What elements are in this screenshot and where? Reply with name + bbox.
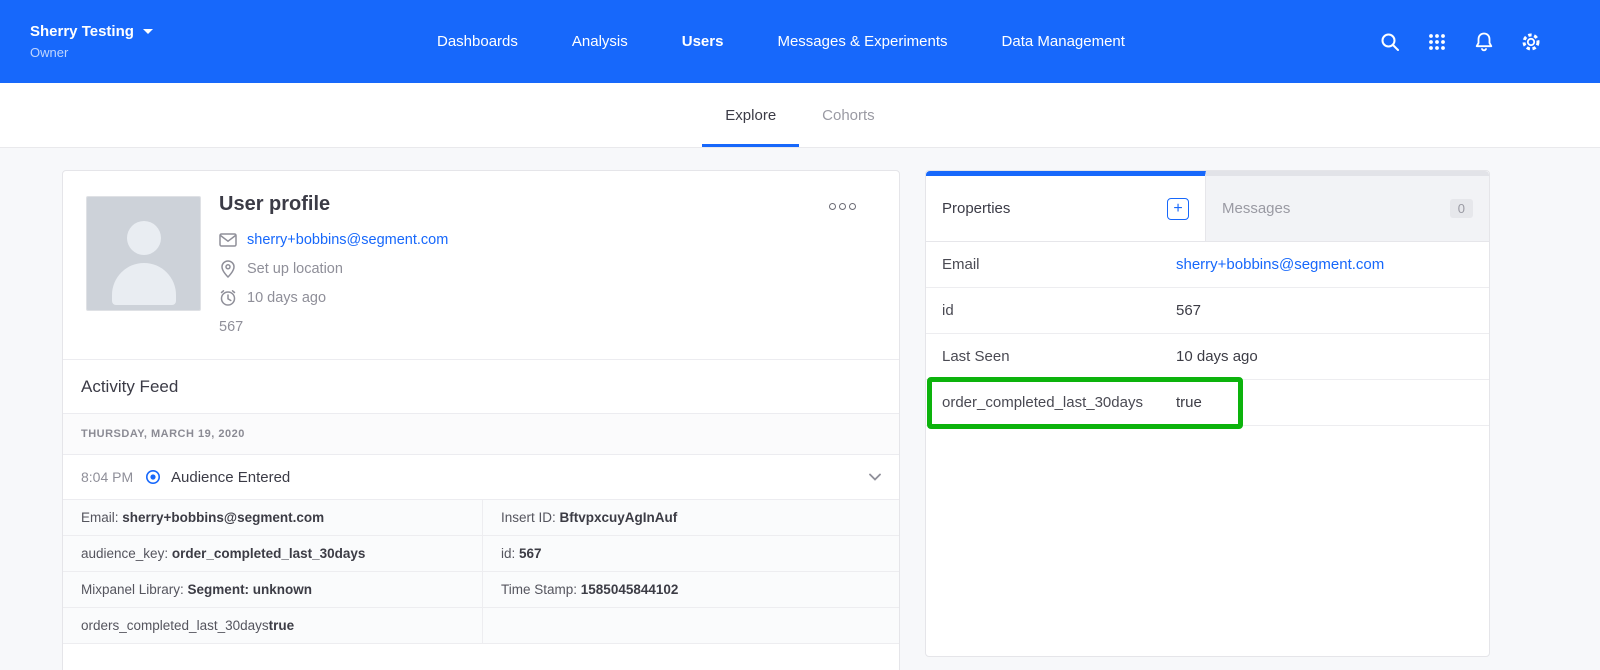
nav-item-messages-experiments[interactable]: Messages & Experiments [777,33,947,50]
settings-gear-icon[interactable] [1520,30,1542,54]
event-detail-cell: id: 567 [482,536,899,572]
avatar-head-shape [127,221,161,255]
add-property-button[interactable]: + [1167,198,1189,220]
property-row-highlighted: order_completed_last_30days true [926,380,1489,426]
nav-item-data-management[interactable]: Data Management [1002,33,1125,50]
tab-properties-label: Properties [942,200,1010,217]
profile-summary: User profile sherry+bobbins@segment.com … [63,171,899,359]
tab-messages-label: Messages [1222,200,1290,217]
main-nav: Dashboards Analysis Users Messages & Exp… [437,0,1125,83]
event-detail-cell: orders_completed_last_30daystrue [63,608,482,644]
activity-event-row[interactable]: 8:04 PM Audience Entered [63,454,899,499]
chevron-down-icon[interactable] [869,473,881,481]
envelope-icon [219,233,237,247]
messages-count-badge: 0 [1450,199,1473,218]
avatar-body-shape [112,263,176,305]
tab-explore[interactable]: Explore [702,83,799,147]
event-detail-cell: Email: sherry+bobbins@segment.com [63,500,482,536]
property-value-email-link[interactable]: sherry+bobbins@segment.com [1176,256,1384,273]
profile-user-id: 567 [219,319,243,335]
event-details-grid: Email: sherry+bobbins@segment.com Insert… [63,499,899,644]
event-detail-cell: Mixpanel Library: Segment: unknown [63,572,482,608]
property-key: Last Seen [942,348,1176,365]
event-type-icon [145,469,161,485]
properties-table: Email sherry+bobbins@segment.com id 567 … [926,242,1489,426]
nav-item-users[interactable]: Users [682,33,724,50]
profile-location[interactable]: Set up location [247,261,343,277]
property-value: true [1176,394,1202,411]
nav-item-analysis[interactable]: Analysis [572,33,628,50]
section-tabs: Explore Cohorts [0,83,1600,147]
clock-icon [219,289,237,307]
tab-explore-label: Explore [725,107,776,124]
property-row: Email sherry+bobbins@segment.com [926,242,1489,288]
tab-cohorts-label: Cohorts [822,107,875,124]
event-detail-cell [482,608,899,644]
header-icons [1379,0,1542,83]
active-tab-underline [702,144,799,147]
main-content: User profile sherry+bobbins@segment.com … [0,147,1600,670]
property-key: id [942,302,1176,319]
activity-date-header: THURSDAY, MARCH 19, 2020 [63,413,899,454]
location-pin-icon [219,260,237,278]
profile-email-link[interactable]: sherry+bobbins@segment.com [247,232,448,248]
more-options-button[interactable] [829,203,856,210]
apps-grid-icon[interactable] [1426,30,1448,54]
event-name: Audience Entered [171,469,290,486]
user-profile-card: User profile sherry+bobbins@segment.com … [62,170,900,670]
profile-last-seen: 10 days ago [247,290,326,306]
search-icon[interactable] [1379,30,1401,54]
nav-item-dashboards[interactable]: Dashboards [437,33,518,50]
properties-panel-tabs: Properties + Messages 0 [926,171,1489,242]
tab-properties[interactable]: Properties + [926,171,1206,241]
avatar [86,196,201,311]
event-time: 8:04 PM [81,469,141,485]
event-detail-cell: Time Stamp: 1585045844102 [482,572,899,608]
event-detail-cell: Insert ID: BftvpxcuyAgInAuf [482,500,899,536]
tab-cohorts[interactable]: Cohorts [799,83,898,147]
tab-messages[interactable]: Messages 0 [1206,171,1489,241]
property-key: order_completed_last_30days [942,394,1176,411]
property-row: id 567 [926,288,1489,334]
caret-down-icon [143,29,153,34]
profile-title: User profile [219,193,899,216]
property-key: Email [942,256,1176,273]
property-value: 567 [1176,302,1201,319]
page: Sherry Testing Owner Dashboards Analysis… [0,0,1600,670]
top-navbar: Sherry Testing Owner Dashboards Analysis… [0,0,1600,83]
workspace-name: Sherry Testing [30,23,134,40]
workspace-role: Owner [30,45,153,60]
properties-card: Properties + Messages 0 Email sherry+bob… [925,170,1490,657]
property-row: Last Seen 10 days ago [926,334,1489,380]
workspace-switcher[interactable]: Sherry Testing Owner [30,23,153,60]
property-value: 10 days ago [1176,348,1258,365]
notifications-bell-icon[interactable] [1473,30,1495,54]
event-detail-cell: audience_key: order_completed_last_30day… [63,536,482,572]
activity-feed-title: Activity Feed [63,359,899,413]
